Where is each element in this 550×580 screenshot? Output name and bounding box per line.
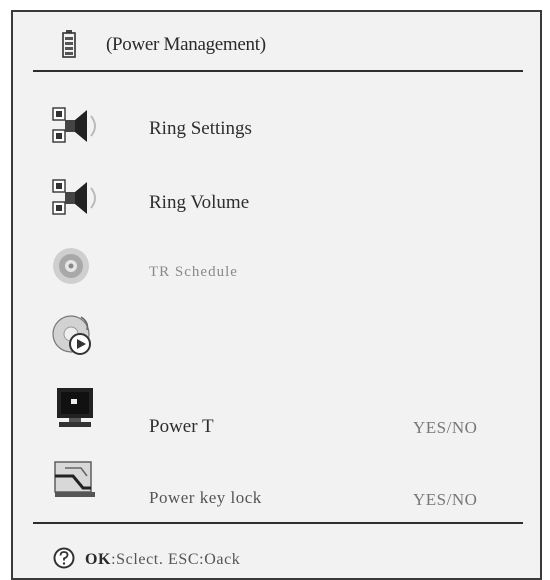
menu-item-ring-settings[interactable]: Ring Settings bbox=[13, 98, 540, 158]
footer-divider bbox=[33, 522, 523, 524]
dialog-footer: OK:Sclect. ESC:Oack bbox=[13, 527, 540, 577]
battery-icon bbox=[62, 30, 76, 58]
menu-item-tr-schedule[interactable]: TR Schedule bbox=[13, 240, 540, 300]
menu-item-value[interactable]: YES/NO bbox=[413, 490, 477, 510]
menu-item-playback[interactable] bbox=[13, 308, 540, 368]
page-title: (Power Management) bbox=[106, 34, 266, 55]
menu-item-value[interactable]: YES/NO bbox=[413, 418, 477, 438]
speaker-icon bbox=[52, 179, 96, 215]
menu-item-power-key-lock[interactable]: Power key lock YES/NO bbox=[13, 452, 540, 512]
key-hint: OK:Sclect. ESC:Oack bbox=[85, 551, 240, 569]
menu-item-label: Ring Settings bbox=[149, 118, 252, 139]
ok-key-label: OK bbox=[85, 551, 112, 568]
menu-item-label: Power T bbox=[149, 416, 214, 437]
play-disc-icon bbox=[52, 315, 91, 355]
key-icon bbox=[54, 461, 95, 497]
menu-item-label: TR Schedule bbox=[149, 264, 238, 280]
menu-item-label: Ring Volume bbox=[149, 192, 250, 213]
menu-item-label: Power key lock bbox=[149, 488, 262, 507]
menu-item-power-t[interactable]: Power T YES/NO bbox=[13, 380, 540, 440]
help-icon bbox=[53, 547, 75, 569]
dialog-header: (Power Management) bbox=[13, 12, 540, 74]
monitor-icon bbox=[57, 388, 93, 427]
key-hint-text: :Sclect. ESC:Oack bbox=[111, 551, 241, 568]
speaker-icon bbox=[52, 107, 96, 143]
menu-item-ring-volume[interactable]: Ring Volume bbox=[13, 170, 540, 230]
header-divider bbox=[33, 70, 523, 72]
power-management-dialog: (Power Management) Ring Settings Ring Vo… bbox=[11, 10, 542, 580]
disc-icon bbox=[53, 248, 89, 284]
